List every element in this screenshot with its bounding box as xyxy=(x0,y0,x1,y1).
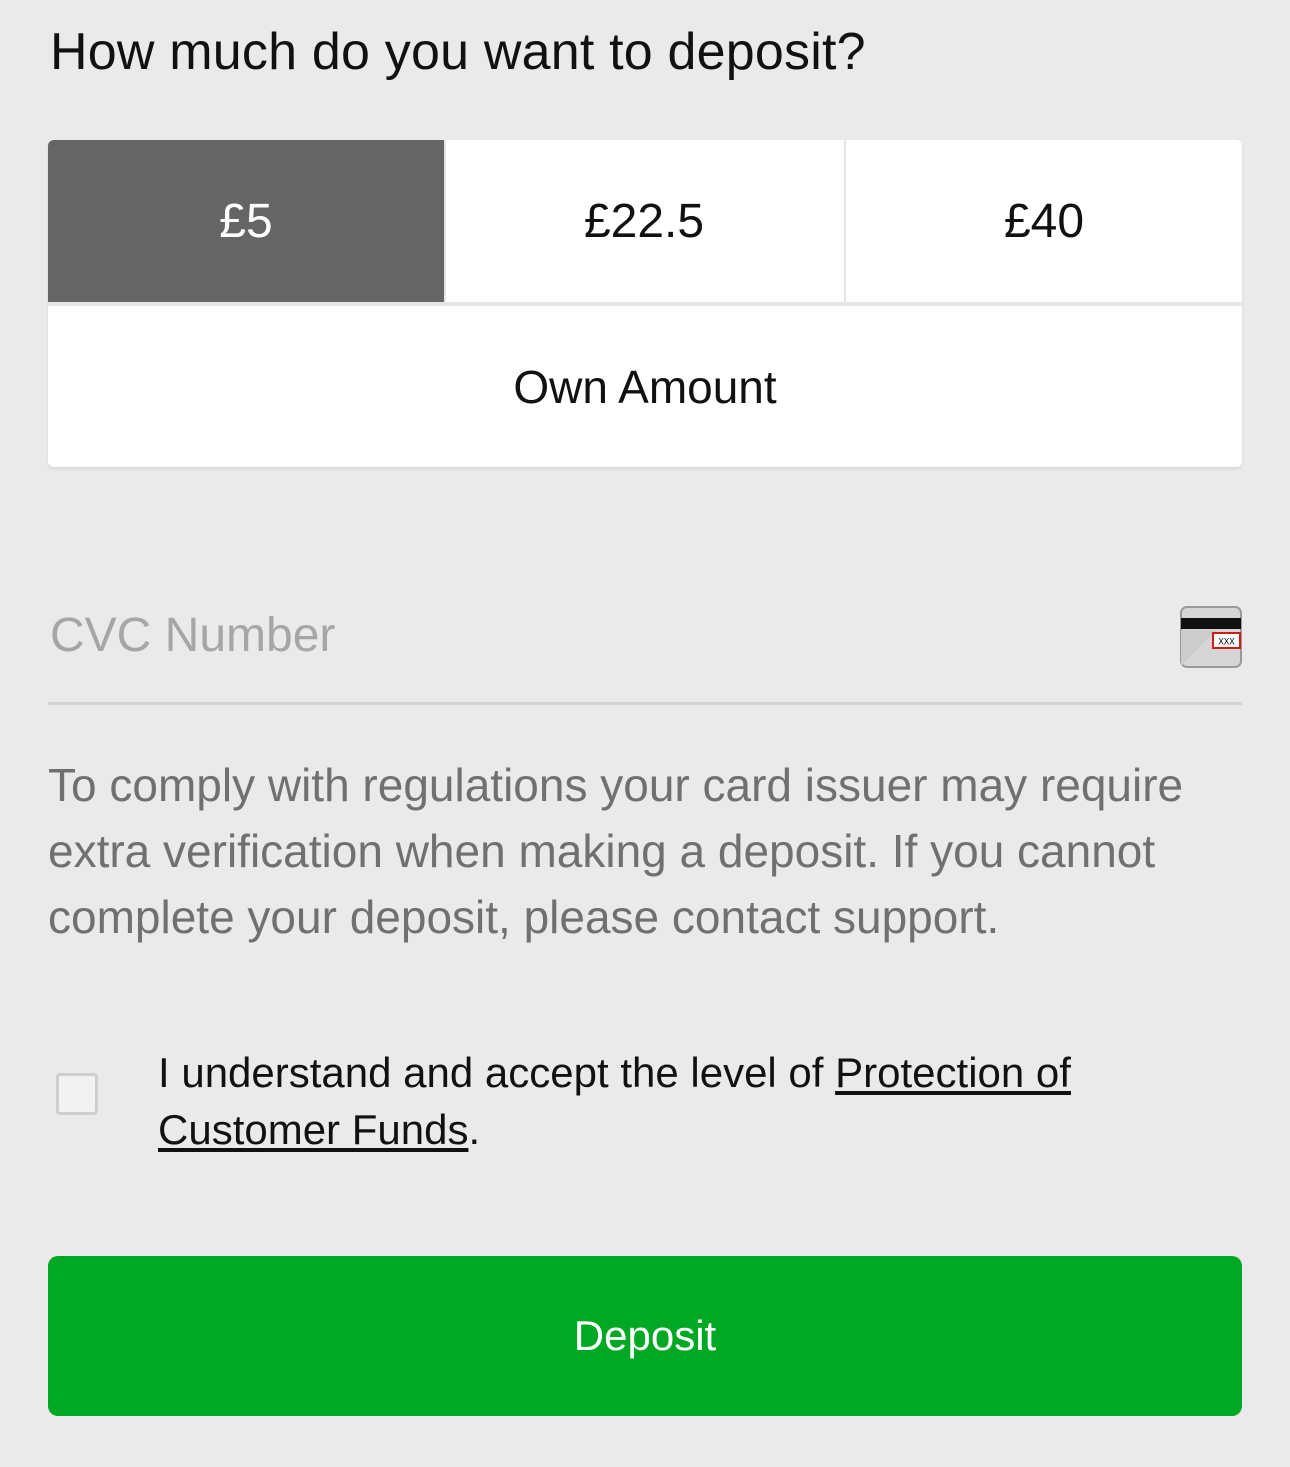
consent-checkbox[interactable] xyxy=(56,1073,98,1115)
amount-option-22-5[interactable]: £22.5 xyxy=(446,140,842,302)
consent-text-before: I understand and accept the level of xyxy=(158,1049,836,1096)
own-amount-button[interactable]: Own Amount xyxy=(48,306,1242,467)
amount-selector: £5 £22.5 £40 Own Amount xyxy=(48,140,1242,467)
deposit-button[interactable]: Deposit xyxy=(48,1256,1242,1416)
cvc-input[interactable] xyxy=(50,600,1150,670)
card-cvc-icon: XXX xyxy=(1180,606,1242,668)
cvc-field: XXX xyxy=(48,590,1242,705)
amount-option-5[interactable]: £5 xyxy=(48,140,444,302)
page-title: How much do you want to deposit? xyxy=(50,23,866,81)
amount-option-40[interactable]: £40 xyxy=(846,140,1242,302)
card-icon-cvc-text: XXX xyxy=(1218,638,1235,648)
verification-notice: To comply with regulations your card iss… xyxy=(48,759,1184,943)
consent-label: I understand and accept the level of Pro… xyxy=(158,1044,1238,1158)
consent-text-after: . xyxy=(468,1106,481,1153)
